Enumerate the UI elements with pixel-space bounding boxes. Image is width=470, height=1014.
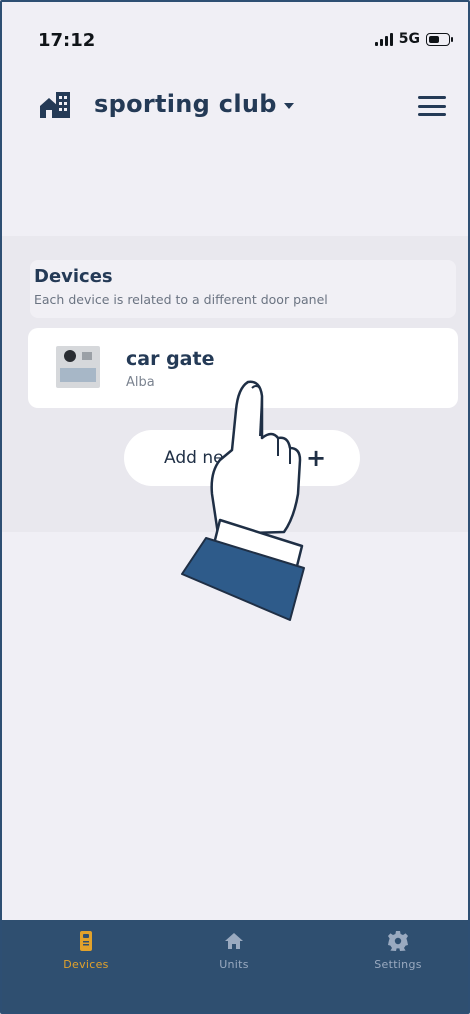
gear-icon	[388, 931, 408, 951]
tab-settings[interactable]: Settings	[338, 930, 458, 986]
status-bar: 17:12 5G	[2, 2, 468, 74]
building-icon	[40, 92, 70, 118]
home-icon	[225, 933, 243, 949]
club-selector[interactable]: sporting club	[94, 90, 277, 118]
signal-icon	[374, 32, 393, 46]
status-indicators: 5G	[374, 31, 453, 47]
tab-settings-label: Settings	[374, 958, 422, 971]
network-label: 5G	[398, 31, 420, 47]
caret-down-icon[interactable]	[284, 103, 294, 109]
battery-icon	[426, 32, 453, 46]
device-name: car gate	[126, 348, 215, 370]
devices-section-header: Devices Each device is related to a diff…	[30, 260, 456, 318]
device-model: Alba	[126, 375, 155, 390]
app-frame: 17:12 5G sporting club Devices Each devi…	[0, 0, 470, 1014]
devices-subtitle: Each device is related to a different do…	[34, 292, 328, 307]
tab-devices[interactable]: Devices	[26, 930, 146, 986]
hamburger-menu-icon[interactable]	[418, 96, 446, 116]
tab-units[interactable]: Units	[174, 930, 294, 986]
intercom-icon	[80, 931, 92, 951]
door-panel-icon	[56, 346, 100, 388]
devices-title: Devices	[34, 266, 113, 287]
tab-devices-label: Devices	[63, 958, 109, 971]
status-time: 17:12	[38, 30, 96, 51]
tab-units-label: Units	[219, 958, 249, 971]
bottom-tab-bar: Devices Units Settings	[2, 920, 468, 1012]
app-header: sporting club	[2, 84, 468, 134]
pointing-hand-icon	[181, 380, 305, 621]
